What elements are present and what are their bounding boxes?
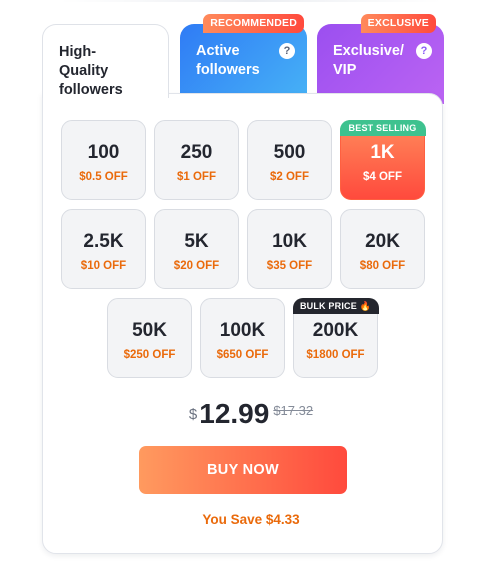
bulk-price-badge: BULK PRICE 🔥 (292, 297, 379, 314)
exclusive-badge: EXCLUSIVE (360, 14, 436, 33)
fire-icon: 🔥 (359, 300, 372, 311)
tab-active-followers[interactable]: RECOMMENDED Active followers ? (180, 14, 307, 104)
buy-now-button[interactable]: BUY NOW (139, 446, 347, 494)
tab-exclusive-vip[interactable]: EXCLUSIVE Exclusive/ VIP ? (317, 14, 444, 104)
package-option-20k[interactable]: 20K $80 OFF (340, 209, 425, 289)
package-option-250[interactable]: 250 $1 OFF (154, 120, 239, 200)
help-icon[interactable]: ? (416, 43, 432, 59)
package-quantity: 1K (370, 142, 395, 163)
tab-label: Active followers (196, 43, 260, 78)
package-discount: $10 OFF (80, 260, 127, 272)
top-divider (60, 0, 442, 2)
best-selling-badge: BEST SELLING (339, 119, 426, 136)
package-quantity: 200K (312, 320, 359, 341)
package-discount: $1800 OFF (306, 349, 365, 361)
package-option-2-5k[interactable]: 2.5K $10 OFF (61, 209, 146, 289)
help-icon[interactable]: ? (279, 43, 295, 59)
package-quantity: 50K (132, 320, 167, 341)
package-quantity: 20K (365, 231, 400, 252)
tab-high-quality-followers[interactable]: High-Quality followers (42, 24, 169, 98)
package-quantity: 250 (180, 142, 213, 163)
package-discount: $1 OFF (177, 171, 216, 183)
price-original: $17.32 (273, 403, 314, 418)
package-discount: $4 OFF (363, 171, 402, 183)
package-option-5k[interactable]: 5K $20 OFF (154, 209, 239, 289)
package-discount: $0.5 OFF (79, 171, 128, 183)
package-quantity: 500 (273, 142, 306, 163)
package-option-200k[interactable]: BULK PRICE 🔥 200K $1800 OFF (292, 297, 379, 378)
follower-package-widget: High-Quality followers RECOMMENDED Activ… (0, 0, 502, 579)
savings-text: You Save $4.33 (202, 512, 300, 527)
price-display: $12.99 $17.32 (0, 398, 502, 430)
package-discount: $2 OFF (270, 171, 309, 183)
package-discount: $35 OFF (266, 260, 313, 272)
price-current: 12.99 (199, 398, 270, 429)
recommended-badge: RECOMMENDED (203, 14, 304, 33)
package-option-50k[interactable]: 50K $250 OFF (107, 298, 192, 378)
package-discount: $20 OFF (173, 260, 220, 272)
price-currency: $ (188, 406, 198, 423)
bulk-price-label: BULK PRICE (299, 300, 357, 311)
package-quantity: 10K (272, 231, 307, 252)
package-discount: $80 OFF (359, 260, 406, 272)
package-quantity: 100 (87, 142, 120, 163)
package-option-10k[interactable]: 10K $35 OFF (247, 209, 332, 289)
tab-label: Exclusive/ VIP (333, 43, 404, 78)
package-quantity: 2.5K (83, 231, 124, 252)
package-option-100k[interactable]: 100K $650 OFF (200, 298, 285, 378)
package-option-100[interactable]: 100 $0.5 OFF (61, 120, 146, 200)
package-discount: $650 OFF (216, 349, 269, 361)
package-option-500[interactable]: 500 $2 OFF (247, 120, 332, 200)
package-discount: $250 OFF (123, 349, 176, 361)
package-quantity: 5K (184, 231, 209, 252)
package-quantity: 100K (219, 320, 266, 341)
tab-label: High-Quality followers (59, 44, 123, 98)
package-option-1k[interactable]: BEST SELLING 1K $4 OFF (339, 119, 426, 200)
